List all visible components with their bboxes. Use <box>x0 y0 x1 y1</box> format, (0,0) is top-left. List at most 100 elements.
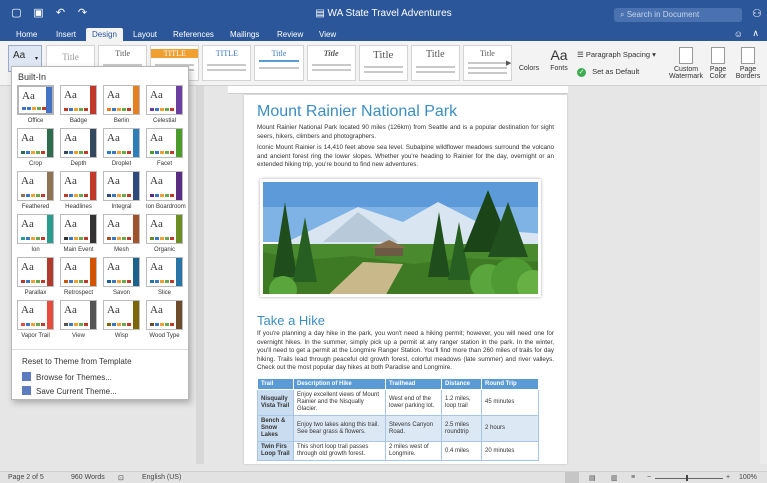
theme-swatch: Aa <box>146 300 183 330</box>
theme-option[interactable]: Aa Crop <box>17 128 54 167</box>
theme-option[interactable]: Aa Organic <box>146 214 183 253</box>
style-set-thumb[interactable]: Title <box>410 45 460 81</box>
trails-table[interactable]: Trail Description of Hike Trailhead Dist… <box>257 378 539 461</box>
feedback-smiley-icon[interactable]: ☺ <box>734 29 743 39</box>
theme-option[interactable]: Aa Parallax <box>17 257 54 296</box>
tab-insert[interactable]: Insert <box>50 28 82 41</box>
word-doc-icon: ▤ <box>315 8 325 19</box>
theme-option[interactable]: Aa Ion <box>17 214 54 253</box>
theme-option[interactable]: Aa Berlin <box>103 85 140 124</box>
theme-option[interactable]: Aa Feathered <box>17 171 54 210</box>
style-set-thumb[interactable]: Title <box>306 45 356 81</box>
zoom-in-icon[interactable]: + <box>726 474 730 481</box>
tab-mailings[interactable]: Mailings <box>224 28 265 41</box>
paragraph: Mount Rainier National Park located 90 m… <box>257 124 554 140</box>
print-layout-icon[interactable]: ▤ <box>589 474 596 482</box>
theme-option[interactable]: Aa Headlines <box>60 171 97 210</box>
theme-option[interactable]: Aa Office <box>17 85 54 124</box>
theme-option[interactable]: Aa View <box>60 300 97 339</box>
share-icon[interactable]: ⚇ <box>752 7 762 20</box>
search-input[interactable]: ⌕ Search in Document <box>614 8 742 22</box>
proofing-icon[interactable]: ⊡ <box>118 474 124 482</box>
theme-option[interactable]: Aa Celestial <box>146 85 183 124</box>
theme-name: Retrospect <box>63 290 93 296</box>
theme-option[interactable]: Aa Savon <box>103 257 140 296</box>
theme-color-bars <box>107 280 131 283</box>
reset-theme-item[interactable]: Reset to Theme from Template <box>22 357 132 366</box>
theme-swatch: Aa <box>146 128 183 158</box>
document-page[interactable]: Mount Rainier National Park Mount Rainie… <box>244 95 567 464</box>
theme-name: Headlines <box>65 204 92 210</box>
theme-swatch: Aa <box>60 300 97 330</box>
zoom-out-icon[interactable]: − <box>647 474 651 481</box>
theme-swatch: Aa <box>17 85 54 115</box>
zoom-level[interactable]: 100% <box>739 474 757 481</box>
browse-themes-item[interactable]: Browse for Themes... <box>22 372 112 382</box>
focus-mode-icon[interactable] <box>565 472 579 483</box>
zoom-slider[interactable] <box>655 478 723 479</box>
outline-view-icon[interactable]: ≡ <box>631 474 635 481</box>
theme-option[interactable]: Aa Mesh <box>103 214 140 253</box>
theme-option[interactable]: Aa Wood Type <box>146 300 183 339</box>
theme-option[interactable]: Aa Retrospect <box>60 257 97 296</box>
page-borders-icon <box>741 47 755 64</box>
page-borders-button[interactable]: Page Borders <box>734 47 762 80</box>
page-count[interactable]: Page 2 of 5 <box>8 474 44 481</box>
theme-option[interactable]: Aa Wisp <box>103 300 140 339</box>
style-set-thumb[interactable]: Title <box>358 45 408 81</box>
gallery-scroll-icon[interactable]: ▶ <box>506 59 511 67</box>
tab-design[interactable]: Design <box>86 28 123 41</box>
theme-option[interactable]: Aa Facet <box>146 128 183 167</box>
paragraph: If you're planning a day hike in the par… <box>257 330 554 372</box>
web-layout-icon[interactable]: ▥ <box>611 474 618 482</box>
theme-option[interactable]: Aa Depth <box>60 128 97 167</box>
theme-name: Slice <box>157 290 171 296</box>
save-theme-item[interactable]: Save Current Theme... <box>22 386 117 396</box>
table-cell: 0.4 miles <box>441 441 482 461</box>
themes-icon: Aa <box>13 50 26 61</box>
theme-preview-glyph: Aa <box>150 304 163 316</box>
theme-option[interactable]: Aa Main Event <box>60 214 97 253</box>
colors-button[interactable]: Colors <box>517 47 541 72</box>
theme-preview-glyph: Aa <box>150 175 163 187</box>
zoom-slider-handle[interactable] <box>686 475 688 481</box>
theme-accent <box>90 258 96 286</box>
table-cell: Bench & Snow Lakes <box>257 415 294 442</box>
tab-review[interactable]: Review <box>271 28 309 41</box>
tab-home[interactable]: Home <box>10 28 43 41</box>
theme-name: Depth <box>70 161 87 167</box>
tab-view[interactable]: View <box>313 28 342 41</box>
theme-option[interactable]: Aa Integral <box>103 171 140 210</box>
word-count[interactable]: 960 Words <box>71 474 105 481</box>
fonts-button[interactable]: Aa Fonts <box>546 47 572 72</box>
vertical-scrollbar[interactable] <box>760 86 767 464</box>
theme-swatch: Aa <box>146 85 183 115</box>
tab-layout[interactable]: Layout <box>127 28 163 41</box>
set-as-default-button[interactable]: ✓ Set as Default <box>577 67 639 77</box>
theme-swatch: Aa <box>146 214 183 244</box>
style-set-thumb[interactable]: Title <box>254 45 304 81</box>
theme-color-bars <box>107 323 131 326</box>
theme-option[interactable]: Aa Ion Boardroom <box>146 171 186 210</box>
theme-preview-glyph: Aa <box>107 89 120 101</box>
custom-watermark-button[interactable]: Custom Watermark <box>668 47 704 80</box>
page-color-button[interactable]: Page Color <box>706 47 730 80</box>
theme-swatch: Aa <box>146 171 183 201</box>
table-cell: 2 miles west of Longmire. <box>385 441 442 461</box>
language[interactable]: English (US) <box>142 474 181 481</box>
theme-name: Main Event <box>63 247 94 253</box>
theme-option[interactable]: Aa Droplet <box>103 128 140 167</box>
theme-name: Office <box>27 118 44 124</box>
theme-option[interactable]: Aa Vapor Trail <box>17 300 54 339</box>
style-set-thumb[interactable]: Title <box>462 45 512 81</box>
paragraph-spacing-button[interactable]: ☰ Paragraph Spacing ▾ <box>577 50 656 59</box>
collapse-ribbon-icon[interactable]: ∧ <box>752 28 759 39</box>
theme-color-bars <box>64 323 88 326</box>
theme-option[interactable]: Aa Badge <box>60 85 97 124</box>
tab-references[interactable]: References <box>167 28 220 41</box>
save-icon <box>22 386 31 395</box>
mount-rainier-photo[interactable] <box>260 179 541 297</box>
theme-option[interactable]: Aa Slice <box>146 257 183 296</box>
style-set-thumb[interactable]: TITLE <box>202 45 252 81</box>
theme-swatch: Aa <box>60 85 97 115</box>
